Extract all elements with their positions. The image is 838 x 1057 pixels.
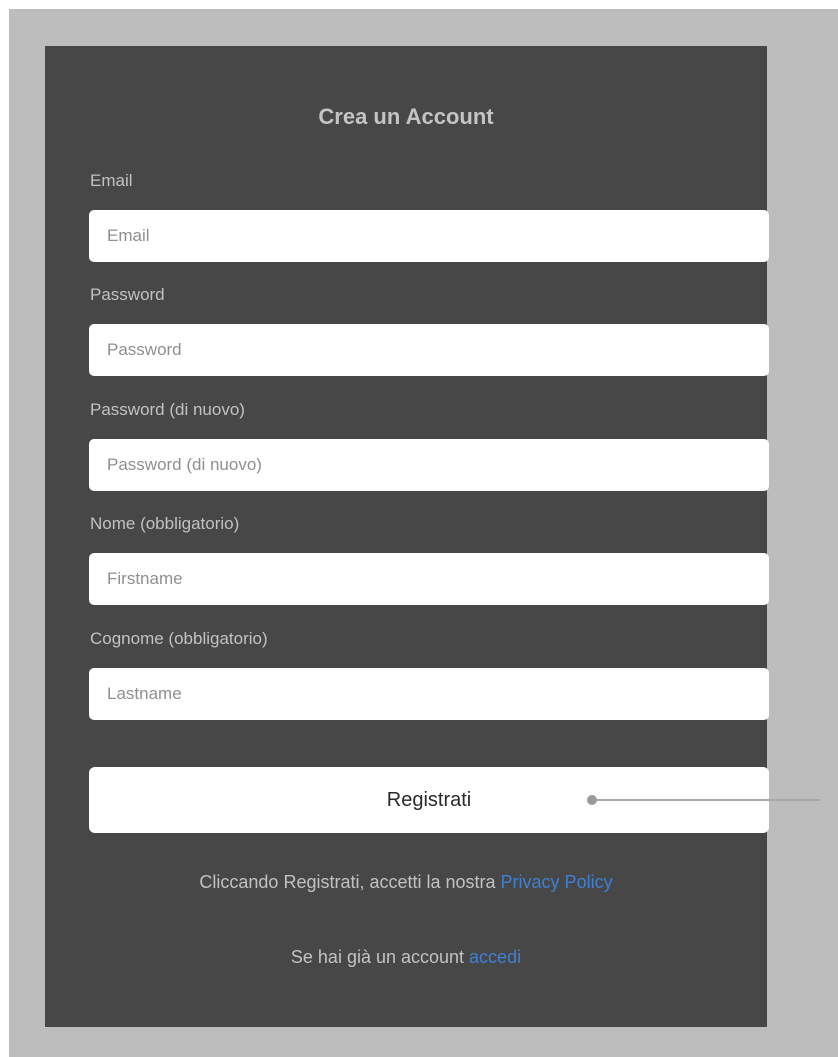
firstname-label: Nome (obbligatorio)	[90, 514, 240, 533]
form-title: Crea un Account	[318, 104, 494, 129]
lastname-label: Cognome (obbligatorio)	[90, 629, 268, 648]
lastname-input[interactable]	[89, 668, 769, 720]
login-note: Se hai già un account accedi	[45, 947, 767, 968]
password-input[interactable]	[89, 324, 769, 376]
callout-line	[593, 799, 820, 801]
login-link[interactable]: accedi	[469, 947, 521, 967]
signup-panel: Crea un Account Email Password Password …	[45, 46, 769, 1027]
privacy-note: Cliccando Registrati, accetti la nostra …	[45, 872, 767, 893]
firstname-input[interactable]	[89, 553, 769, 605]
password-confirm-label: Password (di nuovo)	[90, 400, 245, 419]
password-confirm-input[interactable]	[89, 439, 769, 491]
email-label: Email	[90, 171, 133, 190]
email-input[interactable]	[89, 210, 769, 262]
callout-dot	[587, 795, 597, 805]
login-note-text: Se hai già un account	[290, 947, 470, 967]
privacy-policy-link[interactable]: Privacy Policy	[501, 872, 613, 892]
privacy-note-text: Cliccando Registrati, accetti la nostra	[199, 872, 501, 892]
password-label: Password	[90, 285, 165, 304]
